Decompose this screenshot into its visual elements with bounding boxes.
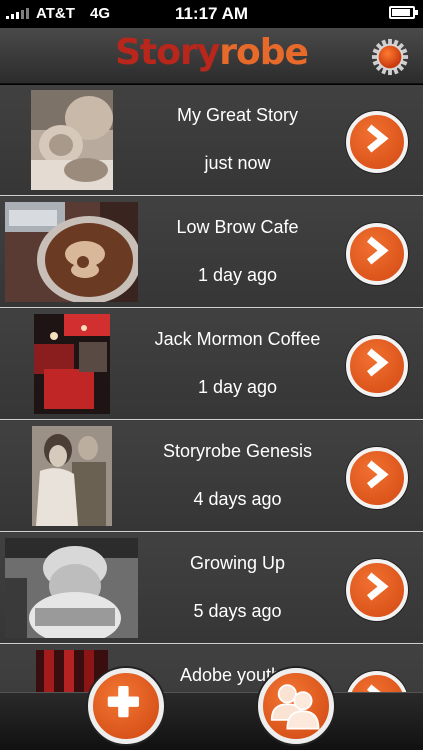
people-icon: [270, 684, 320, 730]
story-row[interactable]: Storyrobe Genesis 4 days ago: [0, 421, 423, 532]
chevron-right-icon: [366, 572, 389, 601]
bottom-toolbar: [0, 692, 423, 750]
chevron-right-icon: [366, 124, 389, 153]
story-title: Jack Mormon Coffee: [154, 329, 321, 349]
status-bar: AT&T 4G 11:17 AM: [0, 0, 423, 28]
navigation-bar: Storyrobe: [0, 28, 423, 84]
latte-art-photo: [5, 202, 138, 302]
story-row[interactable]: Low Brow Cafe 1 day ago: [0, 197, 423, 308]
status-time: 11:17 AM: [174, 4, 249, 23]
story-row[interactable]: Adobe youth v: [0, 645, 423, 695]
gear-icon: [371, 38, 409, 76]
add-story-button[interactable]: [88, 668, 164, 744]
plus-icon: [107, 686, 140, 718]
battery-icon: [389, 6, 418, 19]
story-row[interactable]: My Great Story just now: [0, 85, 423, 196]
story-timestamp: 1 day ago: [197, 265, 278, 285]
open-story-button[interactable]: [346, 335, 408, 397]
baby-photo: [5, 538, 138, 638]
open-story-button[interactable]: [346, 223, 408, 285]
story-row[interactable]: Jack Mormon Coffee 1 day ago: [0, 309, 423, 420]
newborn-photo: [31, 90, 113, 190]
story-timestamp: just now: [204, 153, 271, 173]
profile-button[interactable]: [258, 668, 334, 744]
logo-part-robe: robe: [219, 32, 309, 73]
chevron-right-icon: [366, 236, 389, 265]
story-row[interactable]: Growing Up 5 days ago: [0, 533, 423, 644]
chevron-right-icon: [366, 348, 389, 377]
story-title: Low Brow Cafe: [176, 217, 299, 237]
open-story-button[interactable]: [346, 111, 408, 173]
logo-part-story: Story: [115, 32, 220, 73]
open-story-button[interactable]: [346, 447, 408, 509]
story-title: My Great Story: [176, 105, 299, 125]
story-timestamp: 1 day ago: [197, 377, 278, 397]
story-title: Storyrobe Genesis: [162, 441, 313, 461]
story-list[interactable]: My Great Story just now Low Brow Cafe 1 …: [0, 85, 423, 695]
wedding-couple-photo: [32, 426, 112, 526]
story-timestamp: 4 days ago: [193, 489, 282, 509]
cafe-interior-photo: [34, 314, 110, 414]
app-logo: Storyrobe: [0, 32, 423, 73]
settings-gear-button[interactable]: [371, 38, 409, 76]
open-story-button[interactable]: [346, 559, 408, 621]
chevron-right-icon: [366, 460, 389, 489]
story-timestamp: 5 days ago: [193, 601, 282, 621]
story-title: Growing Up: [189, 553, 286, 573]
